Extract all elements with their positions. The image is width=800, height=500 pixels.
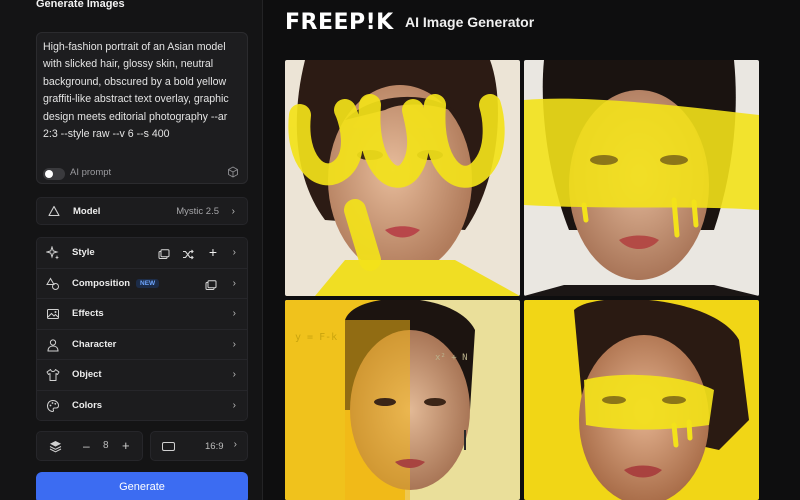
chevron-right-icon: › <box>232 277 236 289</box>
page-title: AI Image Generator <box>405 14 535 30</box>
model-label: Model <box>73 205 101 217</box>
plus-icon[interactable]: + <box>209 245 217 259</box>
model-selector[interactable]: Model Mystic 2.5 › <box>36 197 248 225</box>
option-style[interactable]: Style + › <box>37 238 247 269</box>
option-character-label: Character <box>72 338 117 350</box>
ai-prompt-toggle[interactable] <box>43 168 65 180</box>
chevron-right-icon: › <box>232 308 236 320</box>
option-effects[interactable]: Effects › <box>37 299 247 330</box>
option-style-label: Style <box>72 247 95 259</box>
sidebar-divider <box>262 0 263 500</box>
generated-image-2[interactable] <box>524 60 759 296</box>
gallery-icon[interactable] <box>205 278 217 296</box>
gallery-icon[interactable] <box>158 247 170 265</box>
aspect-rectangle-icon <box>162 442 175 451</box>
prompt-text[interactable]: High-fashion portrait of an Asian model … <box>43 39 241 143</box>
chevron-right-icon: › <box>233 439 237 450</box>
increment-button[interactable]: + <box>122 438 130 453</box>
panel-title: Generate Images <box>36 0 125 10</box>
image-count-stepper[interactable]: – 8 + <box>36 431 143 461</box>
option-composition[interactable]: Composition NEW › <box>37 268 247 299</box>
aspect-ratio-value: 16:9 <box>205 441 224 452</box>
generated-image-1[interactable] <box>285 60 520 296</box>
option-colors[interactable]: Colors › <box>37 390 247 420</box>
chevron-right-icon: › <box>232 369 236 381</box>
decrement-button[interactable]: – <box>83 439 90 453</box>
layers-icon <box>49 440 62 458</box>
option-character[interactable]: Character › <box>37 329 247 360</box>
options-group: Style + › Composition NEW › Effects › Ch… <box>36 237 248 421</box>
shuffle-icon[interactable] <box>182 247 194 265</box>
model-value: Mystic 2.5 <box>176 205 219 217</box>
effects-image-icon <box>46 307 60 321</box>
svg-text:x² + N: x² + N <box>435 353 468 363</box>
generated-image-4[interactable] <box>524 300 759 500</box>
prompt-input[interactable]: High-fashion portrait of an Asian model … <box>36 32 248 184</box>
shirt-icon <box>46 368 60 382</box>
image-count-value: 8 <box>103 440 109 451</box>
generate-button[interactable]: Generate <box>36 472 248 500</box>
svg-text:y = F-k: y = F-k <box>295 332 337 343</box>
chevron-right-icon: › <box>232 400 236 412</box>
style-sparkle-icon <box>46 246 60 260</box>
ai-prompt-label: AI prompt <box>70 167 112 178</box>
aspect-ratio-selector[interactable]: 16:9 › <box>150 431 248 461</box>
composition-icon <box>46 277 60 291</box>
new-badge: NEW <box>136 278 160 288</box>
chevron-right-icon: › <box>232 338 236 350</box>
option-composition-label: Composition <box>72 277 131 289</box>
option-object-label: Object <box>72 369 102 381</box>
chevron-right-icon: › <box>232 247 236 259</box>
chevron-right-icon: › <box>231 205 235 217</box>
option-object[interactable]: Object › <box>37 360 247 391</box>
person-icon <box>46 338 60 352</box>
option-effects-label: Effects <box>72 308 104 320</box>
freepik-logo: FREEP!K <box>285 10 394 35</box>
generated-image-3[interactable]: y = F-k x² + N <box>285 300 520 500</box>
cube-icon[interactable] <box>227 166 239 178</box>
triangle-icon <box>47 204 61 218</box>
option-colors-label: Colors <box>72 400 103 412</box>
palette-icon <box>46 399 60 413</box>
